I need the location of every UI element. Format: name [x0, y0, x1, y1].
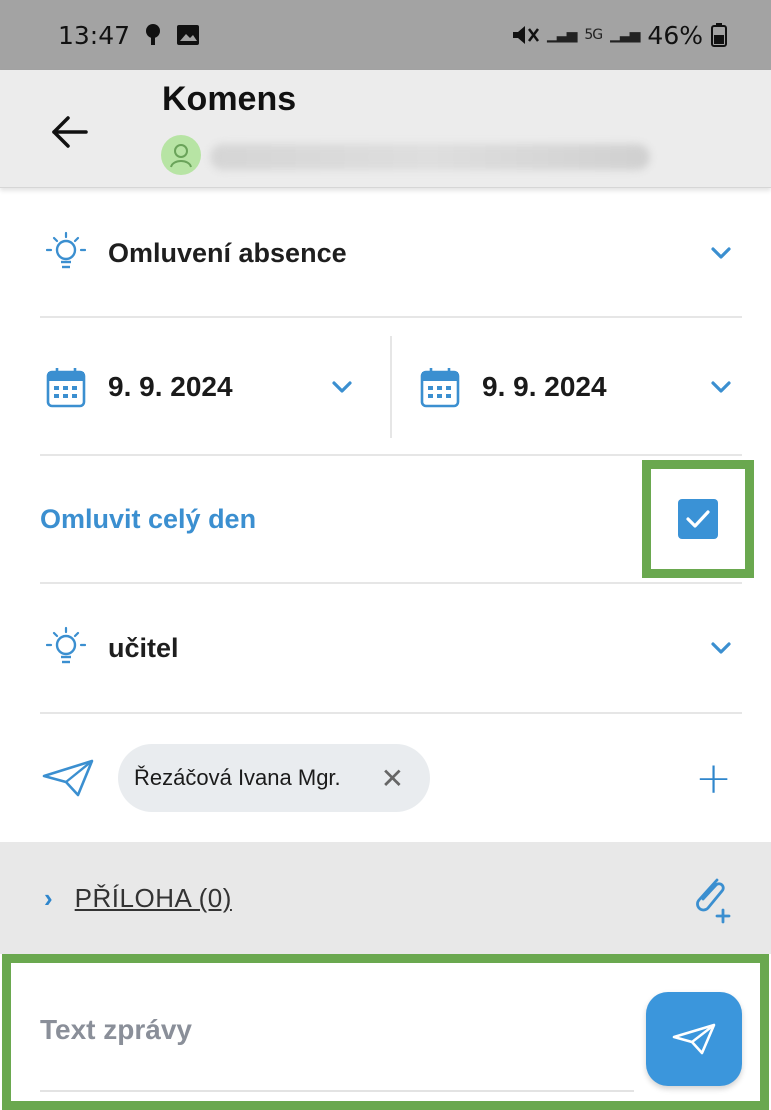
chevron-down-icon[interactable]: [329, 374, 355, 400]
recipient-type-label: učitel: [108, 632, 179, 663]
date-from-value: 9. 9. 2024: [108, 371, 233, 402]
avatar-icon: [161, 135, 201, 175]
lightbulb-icon: [46, 626, 86, 664]
image-icon: [177, 25, 200, 45]
date-divider: [390, 336, 392, 438]
chevron-down-icon[interactable]: [708, 374, 734, 400]
send-plane-icon: [42, 759, 94, 797]
date-to-select[interactable]: 9. 9. 2024: [420, 318, 742, 456]
whole-day-label: Omluvit celý den: [40, 503, 257, 534]
recipient-row: Řezáčová Ivana Mgr. ✕ +: [40, 714, 742, 842]
paperclip-add-icon[interactable]: [689, 872, 733, 924]
date-range-row: 9. 9. 2024 9. 9. 2024: [40, 318, 742, 456]
signal-icon: ▁▃▅: [547, 27, 577, 43]
highlight-box-compose: [2, 954, 769, 1110]
recipient-chip[interactable]: Řezáčová Ivana Mgr. ✕: [118, 744, 431, 812]
highlight-box-checkbox: [642, 460, 754, 578]
app-title: Komens: [162, 80, 297, 118]
location-icon: [146, 24, 161, 45]
calendar-icon: [46, 368, 86, 408]
signal-icon-2: ▁▃▅: [610, 27, 640, 43]
chevron-down-icon[interactable]: [708, 635, 734, 661]
status-time: 13:47: [58, 20, 131, 50]
message-type-label: Omluvení absence: [108, 237, 347, 268]
attachments-label[interactable]: PŘÍLOHA (0): [75, 883, 232, 914]
redacted-user-name: [210, 144, 650, 170]
recipient-chip-label: Řezáčová Ivana Mgr.: [134, 765, 341, 790]
battery-icon: [711, 23, 727, 47]
back-arrow-icon[interactable]: [44, 106, 96, 158]
chevron-down-icon[interactable]: [708, 240, 734, 266]
calendar-icon: [420, 368, 460, 408]
chip-remove-icon[interactable]: ✕: [381, 762, 404, 795]
mute-icon: [513, 26, 540, 44]
recipient-type-select[interactable]: učitel: [40, 584, 742, 714]
app-bar: Komens: [0, 70, 771, 188]
date-from-select[interactable]: 9. 9. 2024: [46, 318, 376, 456]
add-recipient-button[interactable]: +: [695, 753, 732, 804]
network-type: 5G: [584, 27, 603, 43]
attachments-bar[interactable]: › PŘÍLOHA (0): [0, 842, 771, 954]
status-bar: 13:47 ▁▃▅ 5G ▁▃▅ 46%: [0, 0, 771, 70]
expand-arrow-icon: ›: [44, 882, 53, 913]
date-to-value: 9. 9. 2024: [482, 371, 607, 402]
message-type-select[interactable]: Omluvení absence: [40, 190, 742, 318]
whole-day-row: Omluvit celý den: [40, 456, 742, 584]
lightbulb-icon: [46, 231, 86, 269]
battery-level: 46%: [647, 20, 703, 50]
